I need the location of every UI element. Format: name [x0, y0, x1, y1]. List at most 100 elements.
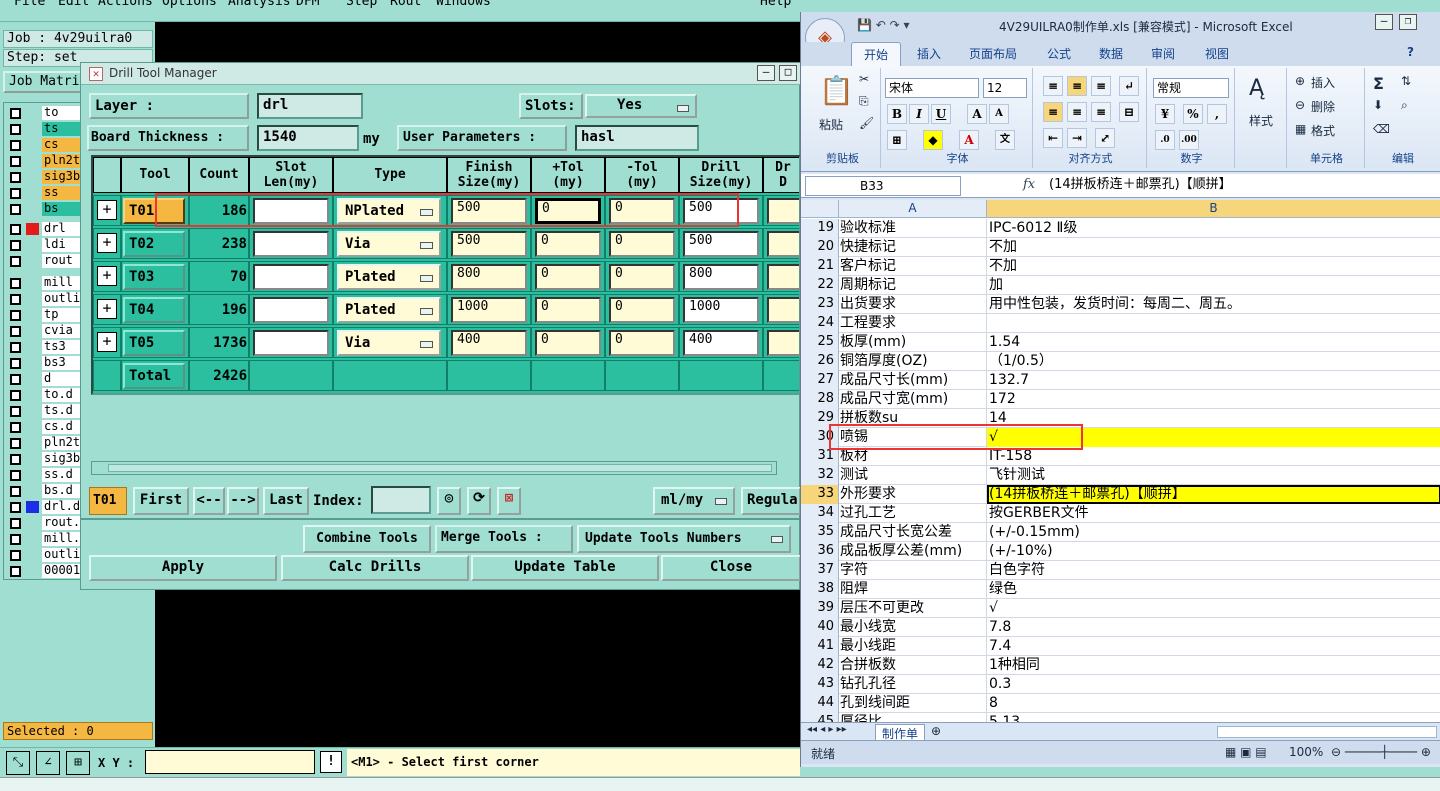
- layer-checkbox[interactable]: [10, 502, 21, 513]
- cell-a[interactable]: 孔到线间距: [839, 694, 987, 713]
- layer-row[interactable]: cs.d: [4, 419, 84, 435]
- layer-checkbox[interactable]: [10, 518, 21, 529]
- cell-b[interactable]: 按GERBER文件: [987, 504, 1440, 523]
- layer-checkbox[interactable]: [10, 486, 21, 497]
- layer-checkbox[interactable]: [10, 124, 21, 135]
- orientation-icon[interactable]: ⤢: [1095, 128, 1115, 148]
- layer-checkbox[interactable]: [10, 256, 21, 267]
- layer-checkbox[interactable]: [10, 534, 21, 545]
- menu-rout[interactable]: Rout: [390, 0, 421, 9]
- help-icon[interactable]: ?: [1407, 45, 1414, 59]
- row-number[interactable]: 34: [801, 504, 839, 523]
- plus-tol-input[interactable]: 0: [535, 264, 601, 290]
- layer-checkbox[interactable]: [10, 358, 21, 369]
- regular-button[interactable]: Regular: [741, 487, 801, 515]
- row-number[interactable]: 38: [801, 580, 839, 599]
- layer-row[interactable]: drl.d: [4, 499, 84, 515]
- cell-b[interactable]: 7.4: [987, 637, 1440, 656]
- font-size-select[interactable]: 12: [983, 78, 1027, 98]
- expand-icon[interactable]: +: [97, 332, 117, 352]
- paste-icon[interactable]: 📋: [819, 74, 854, 107]
- user-params-input[interactable]: hasl: [575, 125, 699, 151]
- cell-b[interactable]: √: [987, 599, 1440, 618]
- type-dropdown[interactable]: Plated: [337, 264, 441, 290]
- tab-page-layout[interactable]: 页面布局: [969, 45, 1017, 62]
- expand-icon[interactable]: +: [97, 233, 117, 253]
- comma-icon[interactable]: ,: [1207, 104, 1227, 124]
- cell-b[interactable]: 白色字符: [987, 561, 1440, 580]
- last-button[interactable]: Last: [263, 487, 309, 515]
- tab-view[interactable]: 视图: [1205, 45, 1229, 62]
- layer-row[interactable]: d: [4, 371, 84, 387]
- grow-font-icon[interactable]: A: [967, 104, 987, 124]
- row-number[interactable]: 40: [801, 618, 839, 637]
- layer-row[interactable]: rout: [4, 253, 84, 269]
- finish-size-input[interactable]: 1000: [451, 297, 527, 323]
- align-right-icon[interactable]: ≡: [1091, 102, 1111, 122]
- layer-row[interactable]: sig3b: [4, 169, 84, 185]
- insert-cells-button[interactable]: 插入: [1311, 74, 1335, 91]
- next-button[interactable]: -->: [227, 487, 259, 515]
- cell-a[interactable]: 出货要求: [839, 295, 987, 314]
- close-button[interactable]: Close: [661, 555, 801, 581]
- layer-row[interactable]: to: [4, 105, 84, 121]
- layer-row[interactable]: to.d: [4, 387, 84, 403]
- layer-checkbox[interactable]: [10, 326, 21, 337]
- tool-name-button[interactable]: T04: [123, 297, 185, 323]
- calc-drills-button[interactable]: Calc Drills: [281, 555, 469, 581]
- minimize-icon[interactable]: –: [757, 65, 775, 81]
- cell-a[interactable]: 合拼板数: [839, 656, 987, 675]
- excel-titlebar[interactable]: ◈ 💾 ↶ ↷ ▾ 4V29UILRA0制作单.xls [兼容模式] - Mic…: [801, 12, 1440, 58]
- first-button[interactable]: First: [133, 487, 189, 515]
- increase-indent-icon[interactable]: ⇥: [1067, 128, 1087, 148]
- layer-checkbox[interactable]: [10, 566, 21, 577]
- formula-input[interactable]: (14拼板桥连＋邮票孔)【顺拼】: [1043, 176, 1439, 196]
- menu-dfm[interactable]: DFM: [296, 0, 319, 9]
- row-number[interactable]: 33: [801, 485, 839, 504]
- cell-b[interactable]: (14拼板桥连＋邮票孔)【顺拼】: [987, 485, 1440, 504]
- merge-tools-dropdown[interactable]: Update Tools Numbers: [577, 525, 791, 553]
- units-dropdown[interactable]: ml/my: [653, 487, 735, 515]
- cell-a[interactable]: 成品板厚公差(mm): [839, 542, 987, 561]
- cell-b[interactable]: 7.8: [987, 618, 1440, 637]
- merge-center-icon[interactable]: ⊟: [1119, 102, 1139, 122]
- cell-b[interactable]: 用中性包装，发货时间：每周二、周五。: [987, 295, 1440, 314]
- cell-a[interactable]: 工程要求: [839, 314, 987, 333]
- wrap-text-icon[interactable]: ↵: [1119, 76, 1139, 96]
- increase-decimal-icon[interactable]: .0: [1155, 130, 1175, 150]
- layer-row[interactable]: mill.d: [4, 531, 84, 547]
- menu-edit[interactable]: Edit: [58, 0, 89, 9]
- autosum-icon[interactable]: Σ: [1373, 74, 1384, 93]
- zoom-level[interactable]: 100%: [1289, 745, 1323, 759]
- cell-a[interactable]: 钻孔孔径: [839, 675, 987, 694]
- layer-checkbox[interactable]: [10, 454, 21, 465]
- styles-icon[interactable]: Ą: [1249, 76, 1264, 101]
- tab-formulas[interactable]: 公式: [1047, 45, 1071, 62]
- cell-b[interactable]: 8: [987, 694, 1440, 713]
- horizontal-sheet-scrollbar[interactable]: [1217, 726, 1437, 738]
- row-number[interactable]: 35: [801, 523, 839, 542]
- align-left-icon[interactable]: ≡: [1043, 102, 1063, 122]
- row-number[interactable]: 32: [801, 466, 839, 485]
- shrink-font-icon[interactable]: A: [989, 104, 1009, 124]
- align-middle-icon[interactable]: ≡: [1067, 76, 1087, 96]
- horizontal-scrollbar[interactable]: [91, 461, 777, 475]
- tool-name-button[interactable]: T03: [123, 264, 185, 290]
- fill-icon[interactable]: ⬇: [1373, 98, 1383, 112]
- format-painter-icon[interactable]: 🖌: [859, 116, 874, 130]
- sheet-nav-icon[interactable]: ◂◂ ◂ ▸ ▸▸: [807, 724, 847, 735]
- worksheet-grid[interactable]: A B 19 验收标准 IPC-6012 Ⅱ级 20 快捷标记 不加 21 客户标记 不加 22 周…: [801, 200, 1440, 724]
- align-bottom-icon[interactable]: ≡: [1091, 76, 1111, 96]
- excel-minimize-icon[interactable]: –: [1375, 14, 1393, 30]
- drill-extra-input[interactable]: [767, 297, 799, 323]
- slot-length-input[interactable]: [253, 264, 329, 290]
- layer-checkbox[interactable]: [10, 422, 21, 433]
- combine-tools-button[interactable]: Combine Tools: [303, 525, 431, 553]
- layer-checkbox[interactable]: [10, 342, 21, 353]
- drill-size-input[interactable]: 1000: [683, 297, 759, 323]
- copy-icon[interactable]: ⎘: [859, 94, 869, 109]
- layer-checkbox[interactable]: [10, 406, 21, 417]
- cell-a[interactable]: 验收标准: [839, 219, 987, 238]
- layer-row[interactable]: pln2t: [4, 153, 84, 169]
- cell-b[interactable]: 0.3: [987, 675, 1440, 694]
